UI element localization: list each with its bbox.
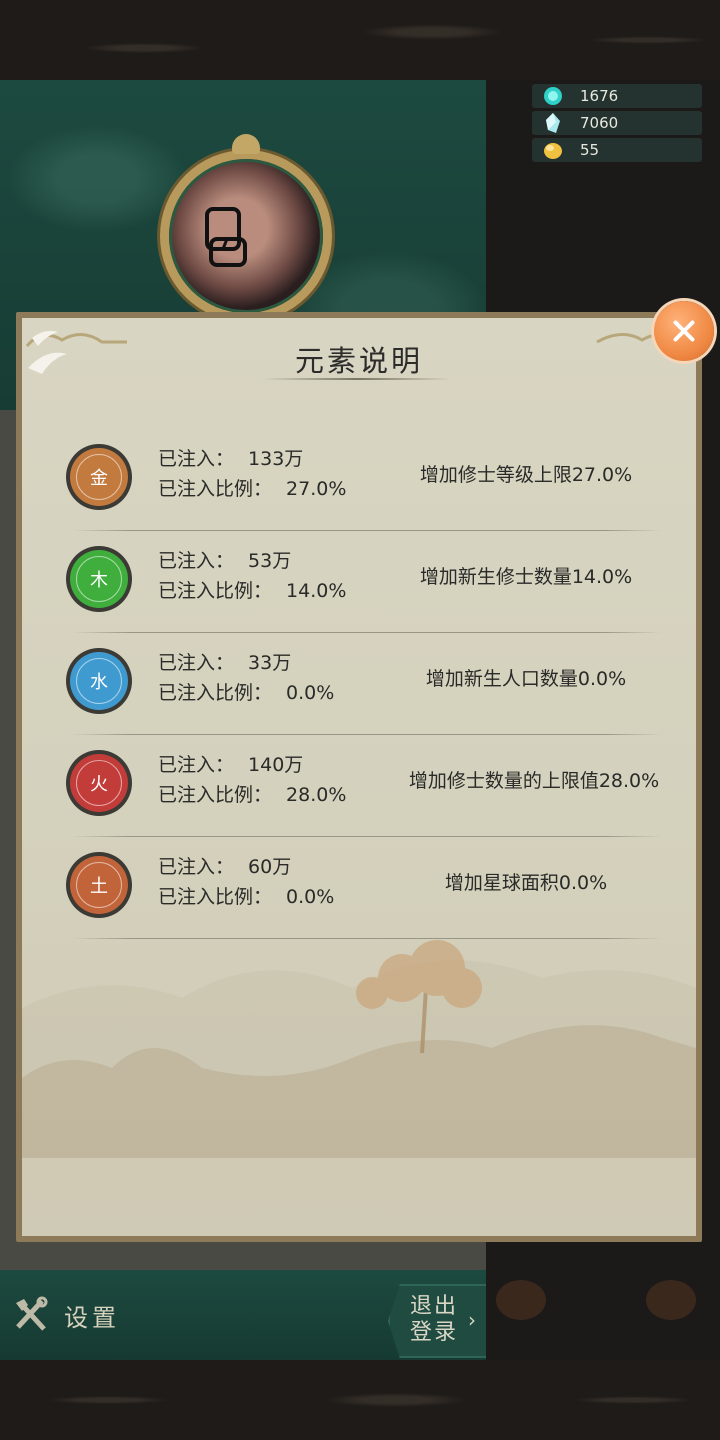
ink-landscape-illustration xyxy=(22,940,696,1236)
row-divider xyxy=(72,734,662,735)
injected-value: 133万 xyxy=(248,448,304,470)
currency-crystal: 7060 xyxy=(532,111,702,135)
dialog-title: 元素说明 xyxy=(294,344,423,378)
injected-label: 已注入： xyxy=(158,652,235,674)
injected-value: 33万 xyxy=(248,652,292,674)
element-row-metal: 金 已注入： 133万 已注入比例： 27.0% 增加修士等级上限27.0% xyxy=(62,432,662,534)
injected-ratio: 已注入比例： 14.0% xyxy=(158,576,346,603)
injected-amount: 已注入： 133万 xyxy=(158,444,303,471)
currency-spirit-orb: 1676 xyxy=(532,84,702,108)
element-row-water: 水 已注入： 33万 已注入比例： 0.0% 增加新生人口数量0.0% xyxy=(62,636,662,738)
injected-label: 已注入： xyxy=(158,448,235,470)
logout-label: 退出登录 xyxy=(410,1294,459,1345)
injected-amount: 已注入： 140万 xyxy=(158,750,303,777)
injected-label: 已注入： xyxy=(158,856,235,878)
ratio-label: 已注入比例： xyxy=(158,580,273,602)
settings-label: 设置 xyxy=(64,1303,120,1332)
avatar-frame xyxy=(160,134,332,322)
injected-value: 53万 xyxy=(248,550,292,572)
injected-ratio: 已注入比例： 0.0% xyxy=(158,678,334,705)
blurred-item xyxy=(646,1280,696,1320)
element-effect: 增加修士等级上限27.0% xyxy=(419,464,633,486)
currency-value: 7060 xyxy=(580,114,619,132)
ratio-label: 已注入比例： xyxy=(158,682,273,704)
title-divider xyxy=(262,378,452,380)
crystal-icon xyxy=(542,112,564,134)
avatar-photo xyxy=(205,207,247,267)
injected-amount: 已注入： 60万 xyxy=(158,852,291,879)
injected-ratio: 已注入比例： 28.0% xyxy=(158,780,346,807)
ratio-label: 已注入比例： xyxy=(158,784,273,806)
top-background xyxy=(0,0,720,80)
tools-icon xyxy=(16,1296,48,1331)
row-divider xyxy=(72,836,662,837)
wood-element-icon: 木 xyxy=(70,550,128,608)
dialog-body: 元素说明 金 已注入： 133万 已注入比例： 27.0% 增加修士等级上限27.0… xyxy=(22,318,696,1236)
row-divider xyxy=(72,530,662,531)
injected-value: 140万 xyxy=(248,754,304,776)
injected-ratio: 已注入比例： 27.0% xyxy=(158,474,346,501)
injected-label: 已注入： xyxy=(158,550,235,572)
injected-value: 60万 xyxy=(248,856,292,878)
injected-label: 已注入： xyxy=(158,754,235,776)
currency-panel: 1676 7060 55 xyxy=(532,84,702,165)
element-row-fire: 火 已注入： 140万 已注入比例： 28.0% 增加修士数量的上限值28.0% xyxy=(62,738,662,840)
element-effect: 增加新生修士数量14.0% xyxy=(419,566,633,588)
element-info-dialog: 元素说明 金 已注入： 133万 已注入比例： 27.0% 增加修士等级上限27.0… xyxy=(16,312,702,1242)
element-effect: 增加修士数量的上限值28.0% xyxy=(408,770,660,792)
water-element-icon: 水 xyxy=(70,652,128,710)
fire-element-icon: 火 xyxy=(70,754,128,812)
ratio-value: 0.0% xyxy=(286,682,335,704)
close-button[interactable] xyxy=(654,301,714,361)
ratio-value: 27.0% xyxy=(286,478,347,500)
avatar[interactable] xyxy=(169,159,323,313)
ratio-label: 已注入比例： xyxy=(158,478,273,500)
spirit-orb-icon xyxy=(542,85,564,107)
currency-gold: 55 xyxy=(532,138,702,162)
element-effect: 增加新生人口数量0.0% xyxy=(425,668,627,690)
ratio-value: 28.0% xyxy=(286,784,347,806)
chevron-right-icon: › xyxy=(468,1308,476,1332)
settings-button[interactable]: 设置 xyxy=(10,1295,120,1335)
metal-element-icon: 金 xyxy=(70,448,128,506)
gold-nugget-icon xyxy=(542,139,564,161)
blurred-item xyxy=(496,1280,546,1320)
currency-value: 1676 xyxy=(580,87,619,105)
element-row-wood: 木 已注入： 53万 已注入比例： 14.0% 增加新生修士数量14.0% xyxy=(62,534,662,636)
currency-value: 55 xyxy=(580,141,600,159)
injected-amount: 已注入： 33万 xyxy=(158,648,291,675)
row-divider xyxy=(72,632,662,633)
ratio-value: 14.0% xyxy=(286,580,347,602)
bottom-background xyxy=(0,1360,720,1440)
injected-amount: 已注入： 53万 xyxy=(158,546,291,573)
